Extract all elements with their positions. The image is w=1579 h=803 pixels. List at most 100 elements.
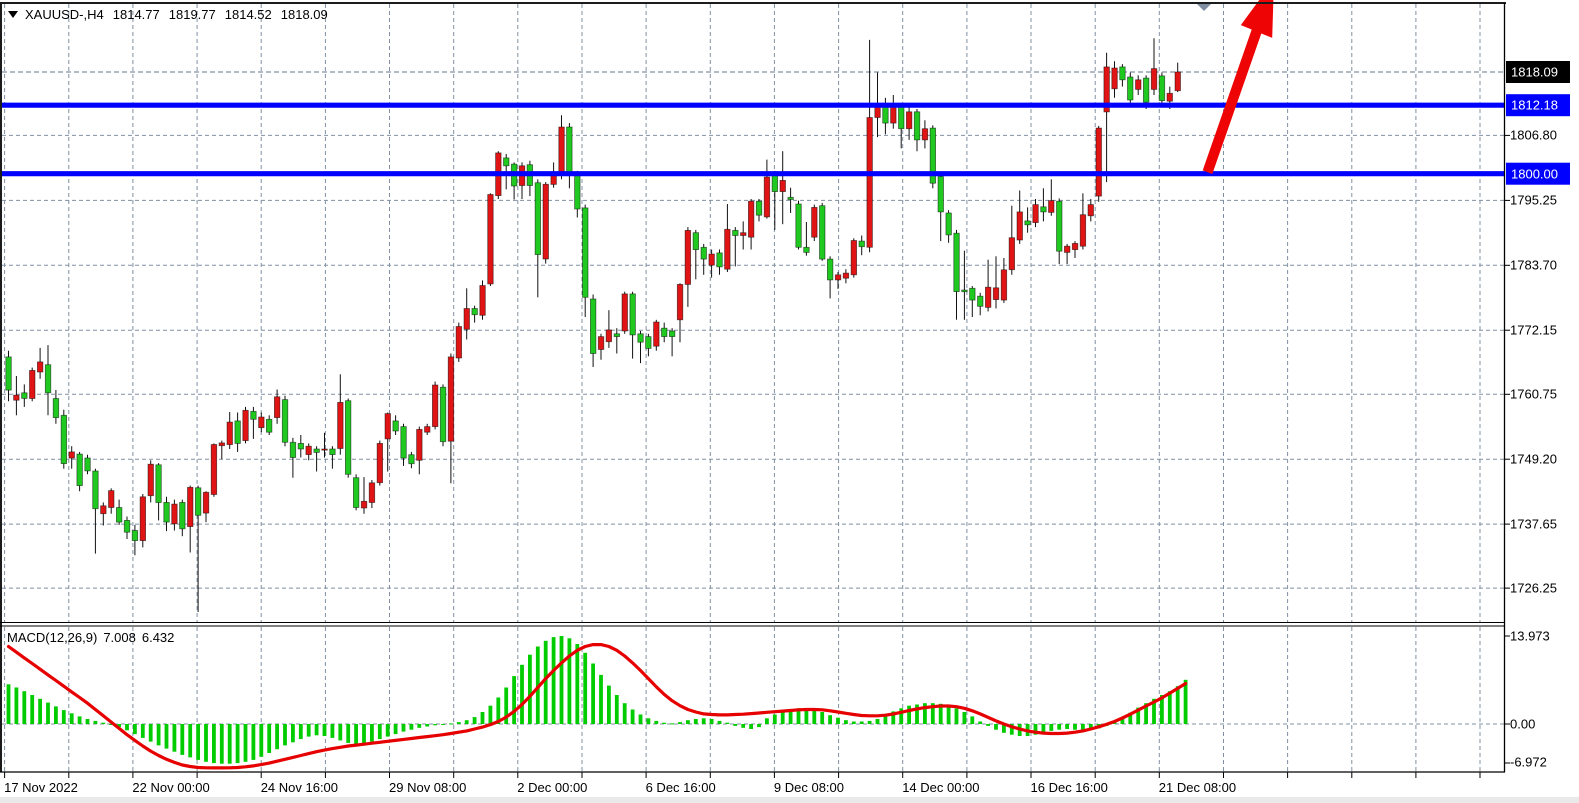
macd-histogram-bar (568, 638, 572, 724)
candle-body (543, 184, 549, 259)
candle-body (211, 445, 217, 495)
candle-body (614, 334, 620, 337)
candle-body (1001, 270, 1007, 300)
candle-body (1072, 243, 1078, 249)
one-click-trading-collapse-icon[interactable] (8, 11, 18, 18)
candle-body (235, 421, 241, 444)
candle-body (314, 449, 320, 452)
candle-body (353, 478, 359, 508)
indicator-label: MACD(12,26,9) 7.008 6.432 (7, 630, 174, 645)
macd-histogram-bar (22, 691, 26, 724)
level-price-badge-value: 1812.18 (1511, 99, 1558, 112)
candle-body (290, 442, 296, 457)
macd-histogram-bar (338, 724, 342, 740)
macd-histogram-bar (457, 722, 461, 724)
candle-body (748, 201, 754, 237)
macd-histogram-bar (473, 717, 477, 724)
macd-histogram-bar (86, 719, 90, 724)
macd-histogram-bar (252, 724, 256, 760)
macd-histogram-bar (62, 710, 66, 724)
candle-body (1088, 205, 1094, 216)
candle-body (780, 180, 786, 191)
macd-histogram-bar (639, 715, 643, 725)
time-axis-label: 21 Dec 08:00 (1159, 781, 1236, 794)
macd-histogram-bar (267, 724, 271, 753)
time-axis-label: 6 Dec 16:00 (646, 781, 716, 794)
candle-body (962, 290, 968, 292)
macd-histogram-bar (46, 703, 50, 724)
candle-body (669, 331, 675, 337)
candle-body (725, 229, 731, 269)
candle-body (109, 491, 115, 508)
candle-body (132, 531, 138, 541)
macd-histogram-bar (283, 724, 287, 745)
trend-arrow-annotation[interactable] (1203, 0, 1274, 174)
macd-histogram-bar (94, 721, 98, 724)
candle-body (385, 414, 391, 439)
candle-body (685, 230, 691, 284)
macd-histogram-bar (346, 724, 350, 743)
candle-body (851, 241, 857, 275)
title-high-value: 1819.77 (169, 7, 216, 22)
macd-histogram-bar (125, 724, 129, 730)
candle-body (361, 501, 367, 508)
macd-histogram-bar (520, 665, 524, 724)
macd-histogram-bar (204, 724, 208, 762)
macd-histogram-bar (149, 724, 153, 742)
candle-body (172, 504, 178, 524)
candle-body (1057, 201, 1063, 251)
macd-histogram-bar (489, 706, 493, 724)
macd-histogram-bar (560, 636, 564, 724)
macd-histogram-bar (623, 703, 627, 724)
macd-histogram-bar (970, 716, 974, 724)
macd-histogram-bar (702, 718, 706, 724)
time-axis-label: 17 Nov 2022 (4, 781, 78, 794)
macd-histogram-bar (410, 724, 414, 730)
macd-histogram-bar (394, 724, 398, 734)
candle-body (733, 230, 739, 235)
time-axis-label: 24 Nov 16:00 (261, 781, 338, 794)
candle-body (6, 357, 12, 390)
macd-histogram-bar (1065, 724, 1069, 729)
candle-body (432, 385, 438, 427)
candle-body (938, 177, 944, 212)
price-axis-label: 1806.80 (1510, 129, 1557, 142)
candle-body (535, 183, 541, 255)
candle-body (259, 417, 265, 428)
chart-shift-marker-icon[interactable] (1196, 3, 1212, 11)
macd-histogram-bar (165, 724, 169, 749)
macd-histogram-bar (828, 715, 832, 724)
candle-body (322, 449, 328, 450)
candle-body (906, 112, 912, 129)
candle-body (812, 207, 818, 237)
candle-body (677, 284, 683, 319)
macd-histogram-bar (718, 721, 722, 724)
window-bottom-strip (0, 797, 1579, 803)
candle-body (504, 158, 510, 166)
macd-histogram-bar (259, 724, 263, 757)
macd-histogram-bar (157, 724, 161, 745)
candle-body (954, 233, 960, 291)
chart-canvas[interactable] (0, 0, 1579, 803)
candle-body (1049, 201, 1055, 213)
candle-body (741, 233, 747, 236)
candle-body (1159, 76, 1165, 101)
candle-body (164, 502, 170, 522)
macd-histogram-bar (686, 720, 690, 724)
candle-body (345, 401, 351, 475)
candle-body (985, 287, 991, 307)
macd-histogram-bar (307, 724, 311, 737)
macd-histogram-bar (781, 711, 785, 724)
macd-histogram-bar (583, 653, 587, 724)
candle-body (401, 427, 407, 459)
candle-body (993, 288, 999, 300)
macd-histogram-bar (947, 706, 951, 724)
time-axis-label: 29 Nov 08:00 (389, 781, 466, 794)
candle-body (701, 247, 707, 259)
candle-body (717, 253, 723, 267)
macd-histogram-bar (607, 686, 611, 724)
candle-body (22, 393, 28, 399)
candle-body (1064, 246, 1070, 252)
candle-body (638, 334, 644, 342)
macd-histogram-bar (805, 709, 809, 724)
